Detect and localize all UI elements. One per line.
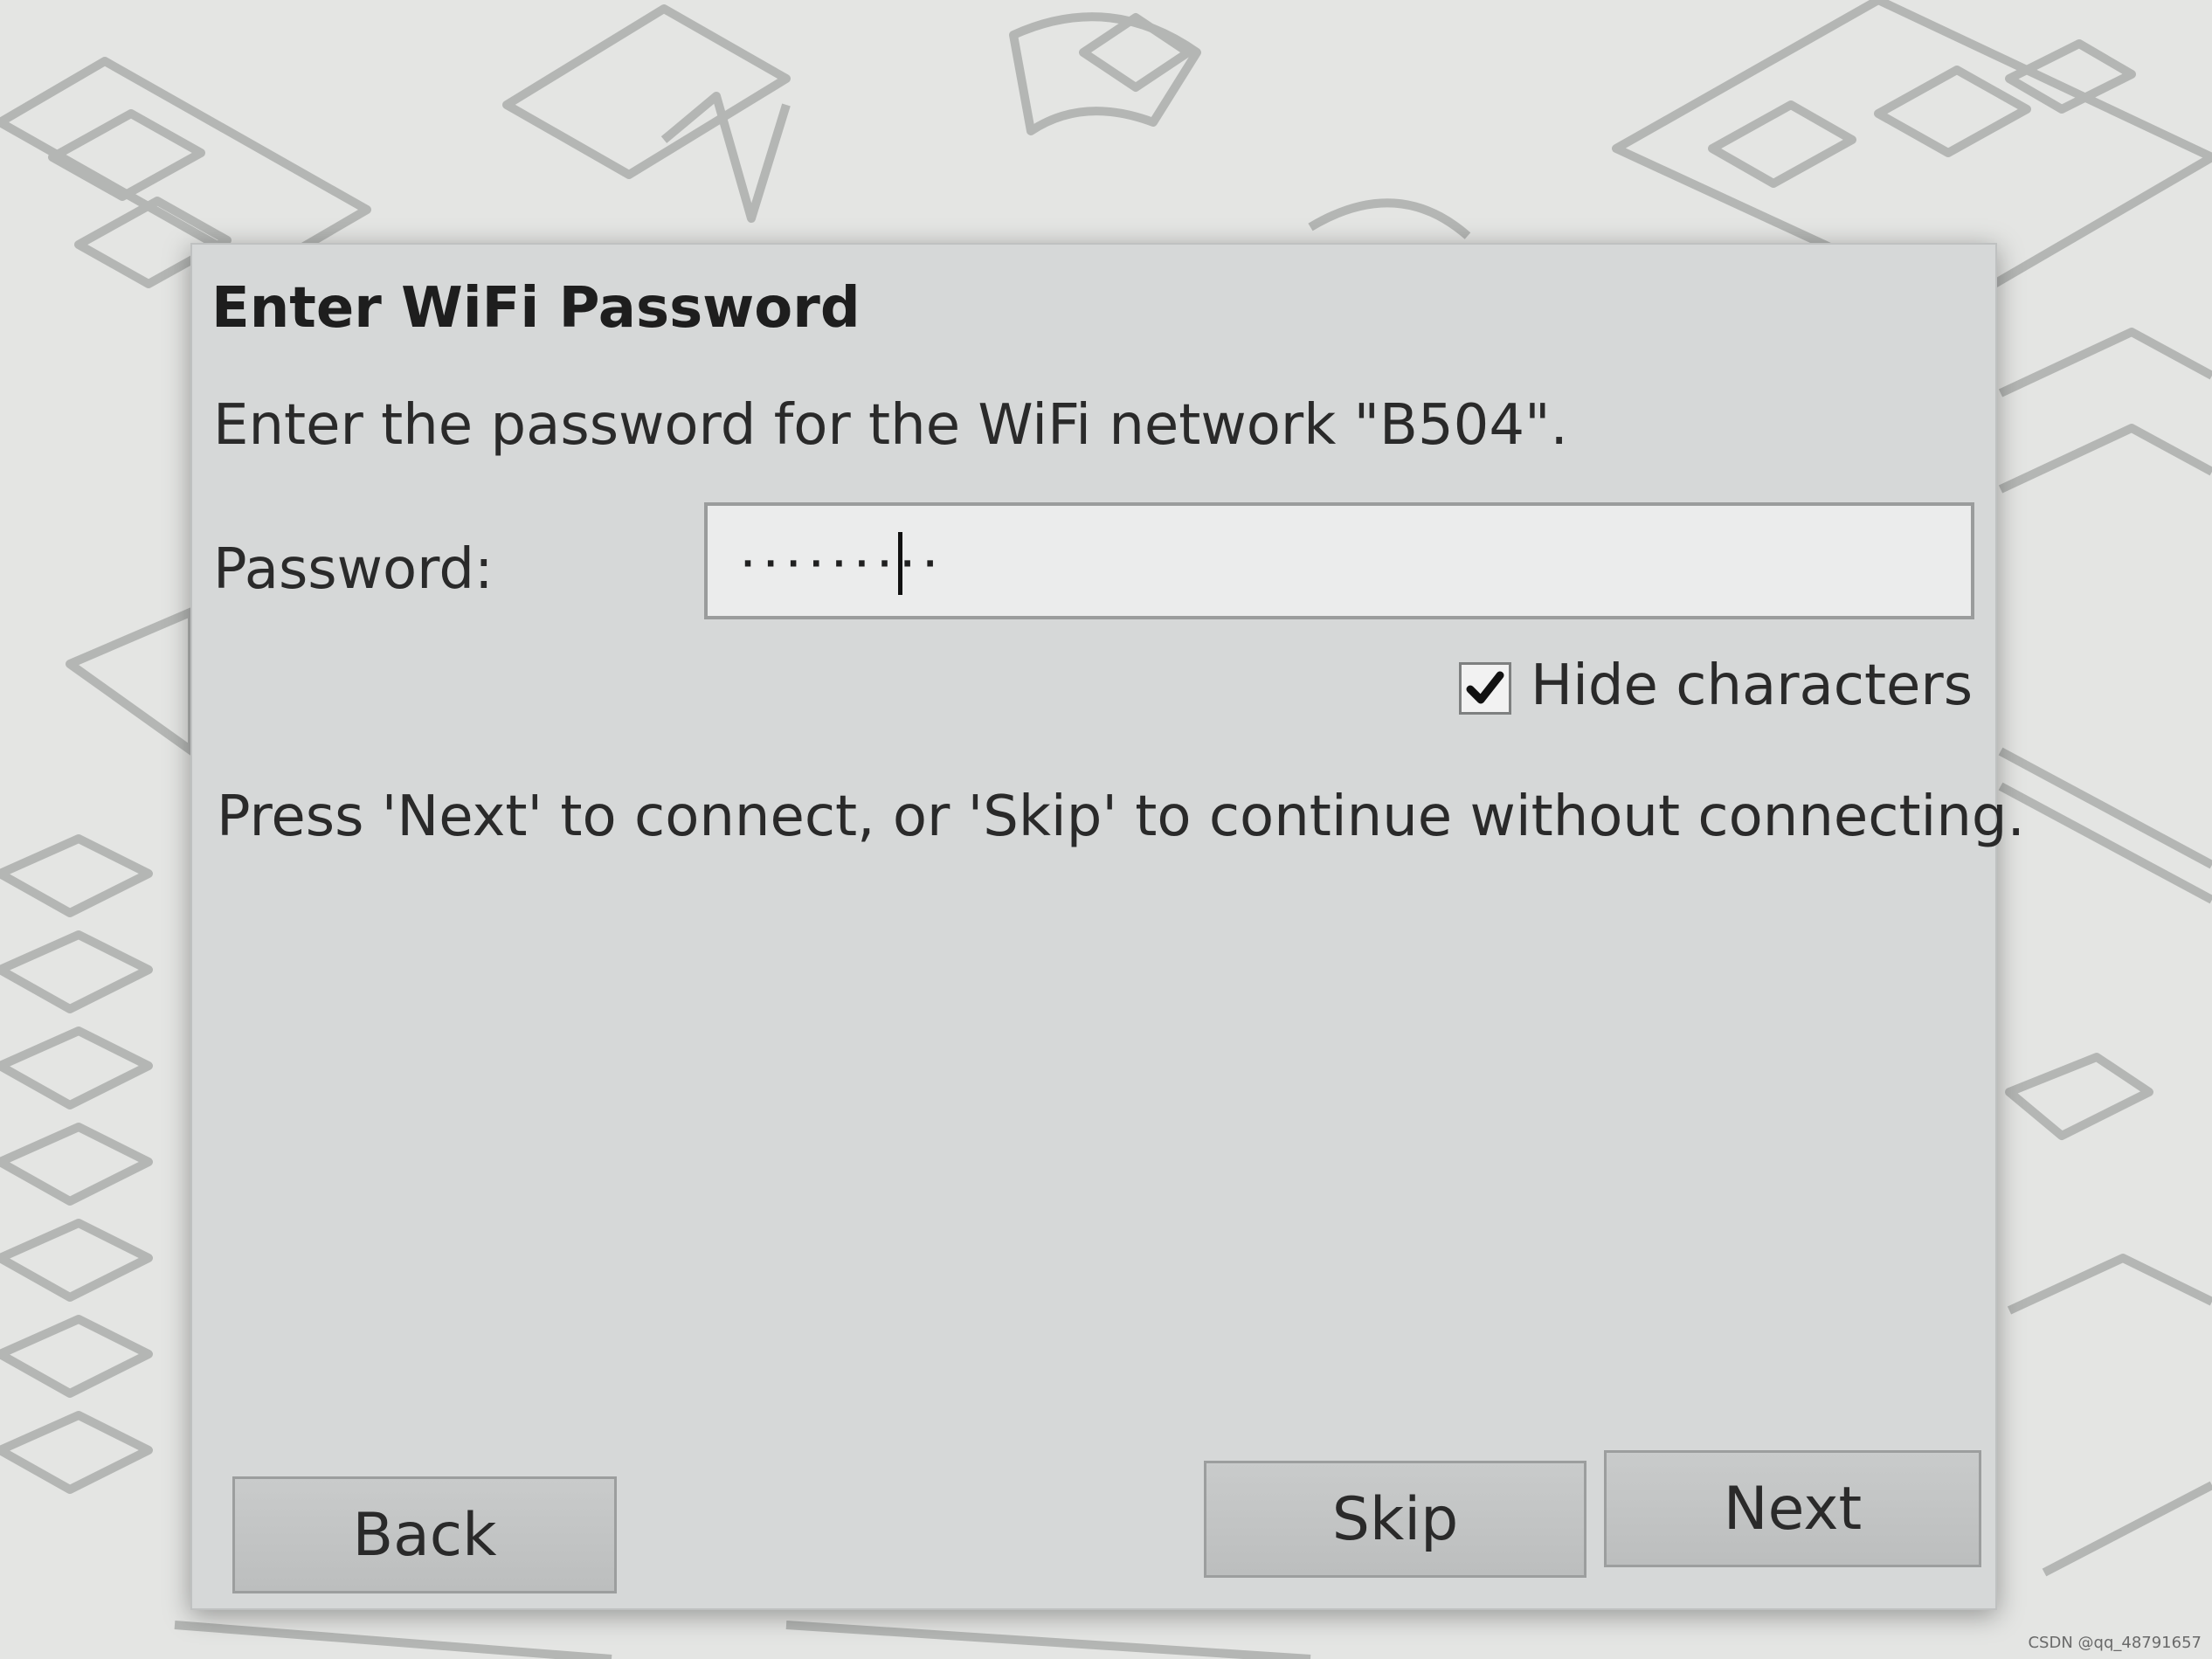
password-input[interactable]: ········· [704,502,1974,619]
dialog-hint: Press 'Next' to connect, or 'Skip' to co… [217,785,2025,849]
hide-characters-checkbox[interactable] [1459,662,1511,715]
dialog-description: Enter the password for the WiFi network … [213,393,1568,458]
watermark: CSDN @qq_48791657 [2028,1634,2202,1652]
password-label: Password: [213,537,494,602]
dialog-title: Enter WiFi Password [211,276,861,341]
skip-button[interactable]: Skip [1204,1461,1586,1578]
wifi-password-dialog: Enter WiFi Password Enter the password f… [190,243,2025,1610]
text-cursor [898,532,902,595]
next-button[interactable]: Next [1604,1450,1981,1567]
hide-characters-label[interactable]: Hide characters [1531,653,1973,718]
checkmark-icon [1466,671,1504,704]
password-masked-value: ········· [737,544,943,584]
back-button[interactable]: Back [232,1476,617,1593]
